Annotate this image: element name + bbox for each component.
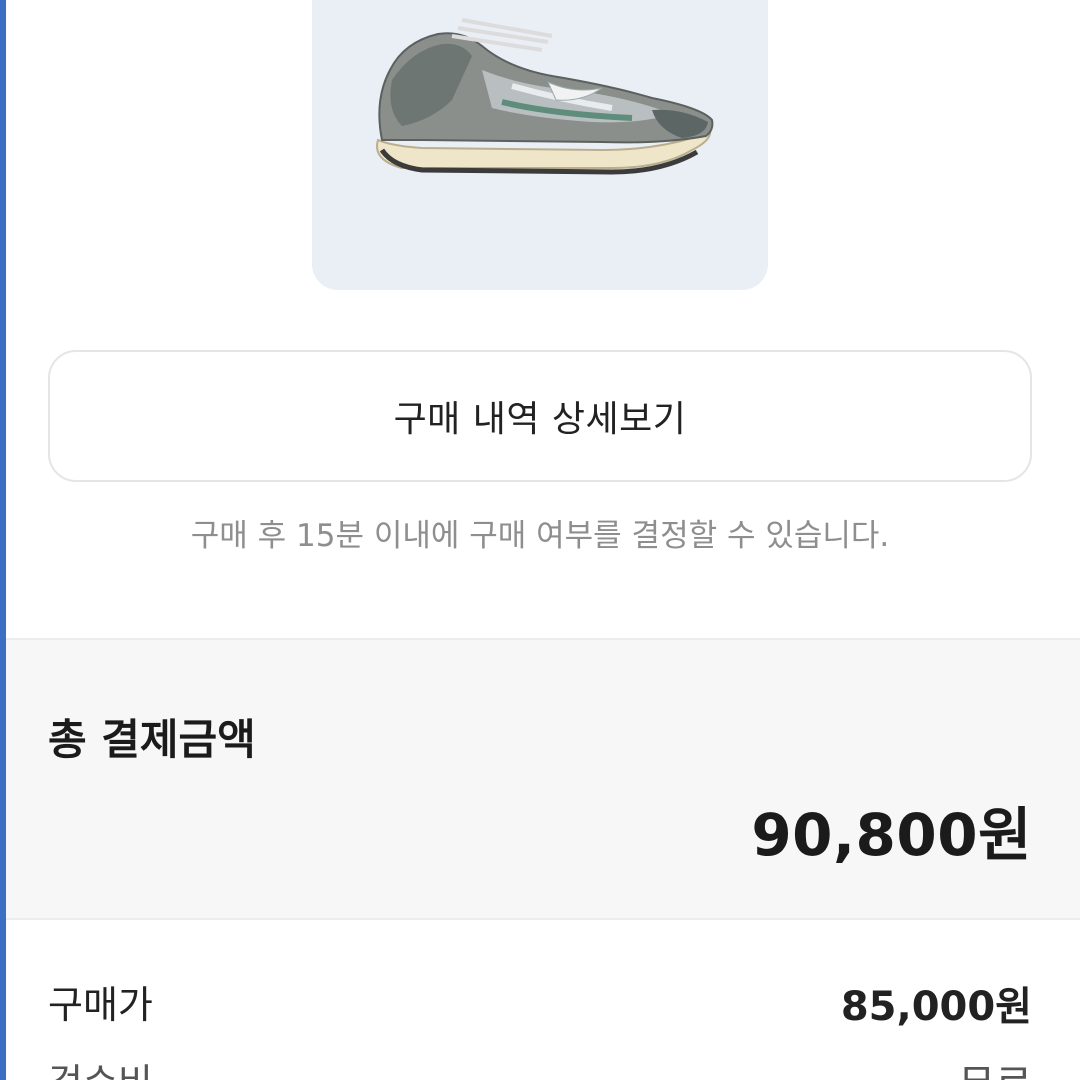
price-row-inspection: 검수비 무료	[48, 1052, 1032, 1080]
price-row-label: 검수비	[48, 1052, 153, 1080]
price-row-purchase: 구매가 85,000원	[48, 974, 1032, 1032]
total-payment-label: 총 결제금액	[48, 715, 256, 764]
total-payment-section: 총 결제금액 90,800원	[6, 638, 1080, 920]
product-image-card[interactable]	[312, 0, 768, 290]
purchase-detail-button[interactable]: 구매 내역 상세보기	[48, 350, 1032, 482]
price-row-label: 구매가	[48, 983, 153, 1027]
total-payment-amount: 90,800원	[751, 801, 1032, 869]
purchase-complete-screen: 구매 내역 상세보기 구매 후 15분 이내에 구매 여부를 결정할 수 있습니…	[6, 0, 1080, 1080]
price-row-value: 85,000원	[840, 984, 1032, 1030]
purchase-detail-button-label: 구매 내역 상세보기	[393, 399, 687, 440]
sneaker-image	[376, 18, 714, 175]
price-row-value: 무료	[958, 1052, 1032, 1080]
decision-notice: 구매 후 15분 이내에 구매 여부를 결정할 수 있습니다.	[190, 518, 890, 554]
